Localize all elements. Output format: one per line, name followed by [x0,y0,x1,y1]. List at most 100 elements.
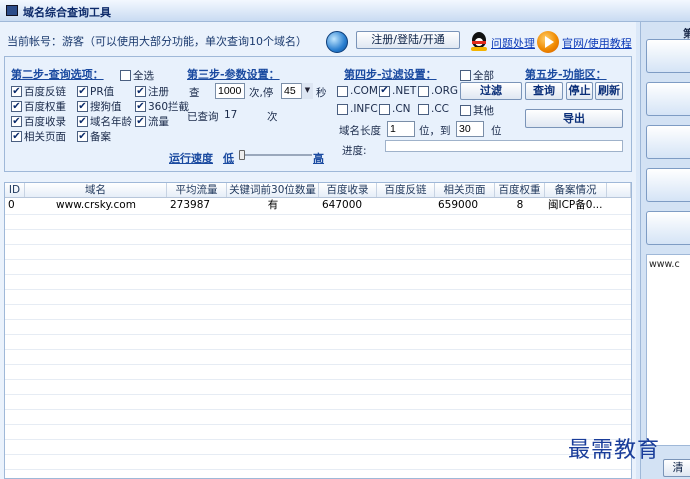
register-login-button[interactable]: 注册/登陆/开通 [356,31,460,49]
batch-count-input[interactable] [215,83,245,99]
checkbox-box[interactable]: ✔ [135,86,146,97]
queried-label: 已查询 [187,111,219,123]
chevron-down-icon[interactable]: ▼ [301,83,313,99]
speed-high-label: 高 [313,152,324,165]
main-panel: 当前帐号：游客（可以使用大部分功能，单次查询10个域名） 注册/登陆/开通 问题… [0,22,636,479]
option-baidu-backlinks[interactable]: ✔ 百度反链 [11,84,66,99]
column-header[interactable]: 百度权重 [495,183,545,197]
column-header[interactable]: 关键词前30位数量 [227,183,319,197]
row-separator [5,364,631,365]
side-button-2[interactable] [646,82,690,116]
row-separator [5,454,631,455]
row-separator [5,439,631,440]
checkbox-box[interactable]: ✔ [11,131,22,142]
domain-list-textarea[interactable]: www.c [646,254,690,446]
row-separator [5,289,631,290]
option-register[interactable]: ✔ 注册 [135,84,169,99]
checkbox-box[interactable] [418,85,429,97]
stop-button[interactable]: 停止 [566,82,593,100]
globe-icon[interactable] [326,31,348,53]
column-header[interactable]: 备案情况 [545,183,607,197]
checkbox-box[interactable]: ✔ [11,116,22,127]
tld-select-all-checkbox[interactable]: 全部 [460,68,494,83]
query-button[interactable]: 查询 [525,82,563,100]
tld-cc-checkbox[interactable]: .CC [418,103,449,115]
checkbox-box[interactable]: ✔ [77,101,88,112]
row-separator [5,304,631,305]
speed-slider-track[interactable] [242,154,312,156]
step4-title: 第四步-过滤设置： [344,68,437,81]
column-header[interactable]: 百度反链 [377,183,435,197]
column-header[interactable]: 百度收录 [319,183,377,197]
refresh-button[interactable]: 刷新 [595,82,623,100]
checkbox-box[interactable]: ✔ [11,101,22,112]
tld-infc-checkbox[interactable]: .INFC [337,103,378,115]
step3-title: 第三步-参数设置： [187,68,280,81]
title-bar: 域名综合查询工具 [0,0,690,22]
checkbox-box[interactable] [379,103,390,115]
option-sogou[interactable]: ✔ 搜狗值 [77,99,122,114]
select-all-checkbox[interactable]: 全选 [120,68,154,83]
checkbox-box[interactable]: ✔ [11,86,22,97]
speed-slider-thumb[interactable] [239,150,245,160]
checkbox-box[interactable]: ✔ [77,131,88,142]
step5-title: 第五步-功能区： [525,68,607,81]
pause-label: 次,停 [249,87,274,99]
checkbox-box[interactable] [337,85,348,97]
help-link[interactable]: 问题处理 [491,35,535,51]
checkbox-box[interactable]: ✔ [135,116,146,127]
qq-penguin-icon[interactable] [469,30,489,52]
length-min-input[interactable] [387,121,415,137]
play-icon[interactable] [537,31,559,53]
checkbox-box[interactable] [120,70,131,81]
tld-org-checkbox[interactable]: .ORG [418,85,458,97]
tld-com-checkbox[interactable]: .COM [337,85,378,97]
column-header[interactable] [607,183,631,197]
right-panel: 第 www.c 清 [640,22,690,479]
tld-other-checkbox[interactable]: 其他 [460,103,494,118]
checkbox-box[interactable] [460,70,471,81]
tld-net-checkbox[interactable]: ✔ .NET [379,85,416,97]
length-max-input[interactable] [456,121,484,137]
column-header[interactable]: ID [5,183,25,197]
export-button[interactable]: 导出 [525,109,623,128]
checkbox-box[interactable] [418,103,429,115]
checkbox-box[interactable]: ✔ [77,86,88,97]
cell-id: 0 [8,199,15,211]
option-baidu-index[interactable]: ✔ 百度收录 [11,114,66,129]
row-separator [5,424,631,425]
checkbox-box[interactable] [337,103,348,115]
speed-low-label: 低 [223,152,234,165]
app-icon [6,5,18,16]
cell-avg-traffic: 273987 [170,199,211,211]
checkbox-box[interactable] [460,105,471,116]
checkbox-box[interactable]: ✔ [379,85,390,97]
option-traffic[interactable]: ✔ 流量 [135,114,169,129]
option-related-pages[interactable]: ✔ 相关页面 [11,129,66,144]
side-button-5[interactable] [646,211,690,245]
speed-label: 运行速度 [169,152,213,165]
tld-cn-checkbox[interactable]: .CN [379,103,411,115]
option-pr[interactable]: ✔ PR值 [77,84,114,99]
side-button-4[interactable] [646,168,690,202]
clear-button[interactable]: 清 [663,459,690,477]
website-tutorial-link[interactable]: 官网/使用教程 [562,35,632,51]
side-button-3[interactable] [646,125,690,159]
option-icp[interactable]: ✔ 备案 [77,129,111,144]
watermark: 最需教育 [568,438,661,463]
table-row[interactable]: 0 www.crsky.com 273987 有 647000 659000 8… [5,198,631,213]
side-button-1[interactable] [646,39,690,73]
row-separator [5,394,631,395]
results-table[interactable]: ID 域名 平均流量 关键词前30位数量 百度收录 百度反链 相关页面 百度权重… [4,182,632,479]
column-header[interactable]: 平均流量 [167,183,227,197]
column-header[interactable]: 相关页面 [435,183,495,197]
option-domain-age[interactable]: ✔ 域名年龄 [77,114,132,129]
checkbox-box[interactable]: ✔ [77,116,88,127]
option-baidu-weight[interactable]: ✔ 百度权重 [11,99,66,114]
column-header[interactable]: 域名 [25,183,167,197]
checkbox-box[interactable]: ✔ [135,101,146,112]
cell-domain: www.crsky.com [56,199,136,211]
option-360-block[interactable]: ✔ 360拦截 [135,99,189,114]
row-separator [5,214,631,215]
filter-button[interactable]: 过滤 [460,82,522,100]
